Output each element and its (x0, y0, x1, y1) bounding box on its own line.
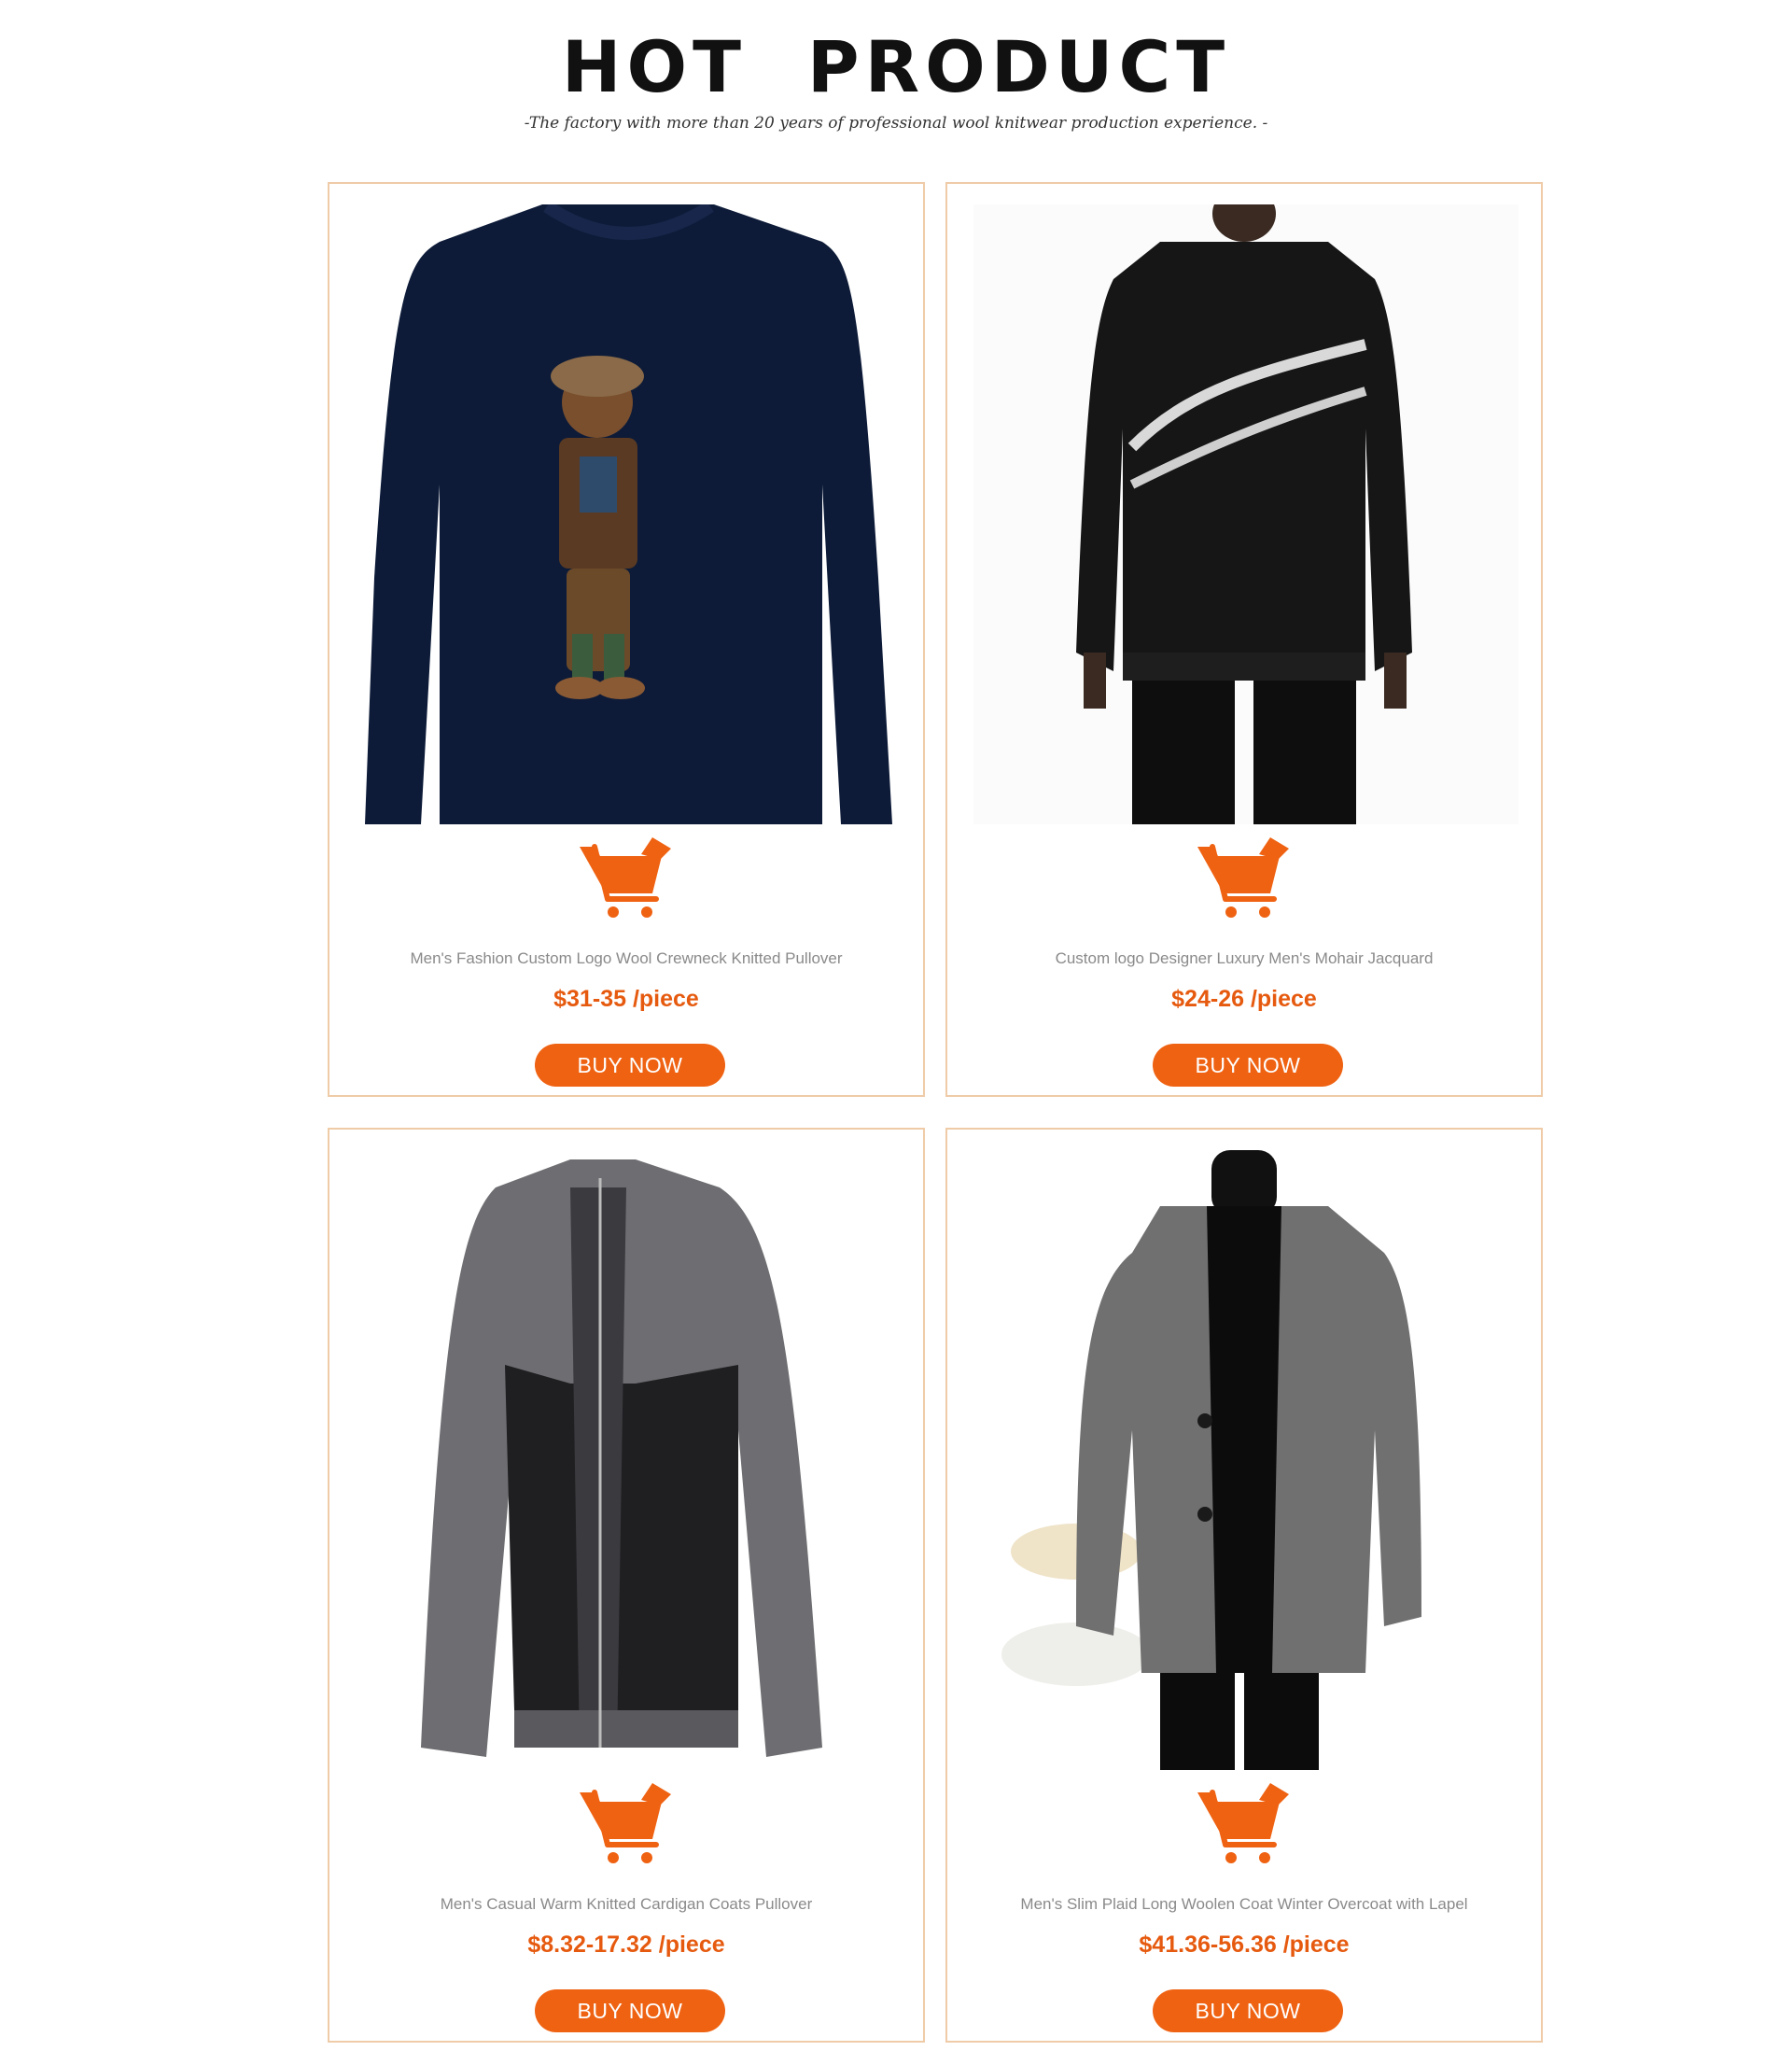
product-price: $31-35 /piece (553, 986, 699, 1012)
product-price: $8.32-17.32 /piece (527, 1932, 725, 1958)
buy-now-button[interactable]: BUY NOW (535, 1044, 725, 1087)
page-subtitle: -The factory with more than 20 years of … (524, 114, 1268, 133)
cart-icon[interactable] (1196, 1783, 1293, 1865)
cart-icon[interactable] (578, 837, 675, 920)
buy-now-button[interactable]: BUY NOW (1153, 1044, 1343, 1087)
cart-icon[interactable] (578, 1783, 675, 1865)
product-image-bear-sweater[interactable] (356, 204, 901, 824)
product-name[interactable]: Men's Fashion Custom Logo Wool Crewneck … (329, 949, 923, 968)
product-card[interactable]: Men's Casual Warm Knitted Cardigan Coats… (328, 1128, 925, 2043)
product-image-mohair-sweater[interactable] (973, 204, 1519, 824)
product-card[interactable]: Men's Slim Plaid Long Woolen Coat Winter… (945, 1128, 1543, 2043)
product-name[interactable]: Men's Casual Warm Knitted Cardigan Coats… (329, 1895, 923, 1914)
product-name[interactable]: Custom logo Designer Luxury Men's Mohair… (947, 949, 1541, 968)
buy-now-button[interactable]: BUY NOW (535, 1989, 725, 2032)
product-name[interactable]: Men's Slim Plaid Long Woolen Coat Winter… (947, 1895, 1541, 1914)
product-card[interactable]: Custom logo Designer Luxury Men's Mohair… (945, 182, 1543, 1097)
product-image-woolen-overcoat[interactable] (973, 1150, 1519, 1770)
product-price: $41.36-56.36 /piece (1139, 1932, 1350, 1958)
product-card[interactable]: Men's Fashion Custom Logo Wool Crewneck … (328, 182, 925, 1097)
buy-now-button[interactable]: BUY NOW (1153, 1989, 1343, 2032)
cart-icon[interactable] (1196, 837, 1293, 920)
product-price: $24-26 /piece (1171, 986, 1317, 1012)
product-image-knitted-cardigan[interactable] (356, 1150, 901, 1770)
page-title: HOT PRODUCT (561, 25, 1231, 108)
